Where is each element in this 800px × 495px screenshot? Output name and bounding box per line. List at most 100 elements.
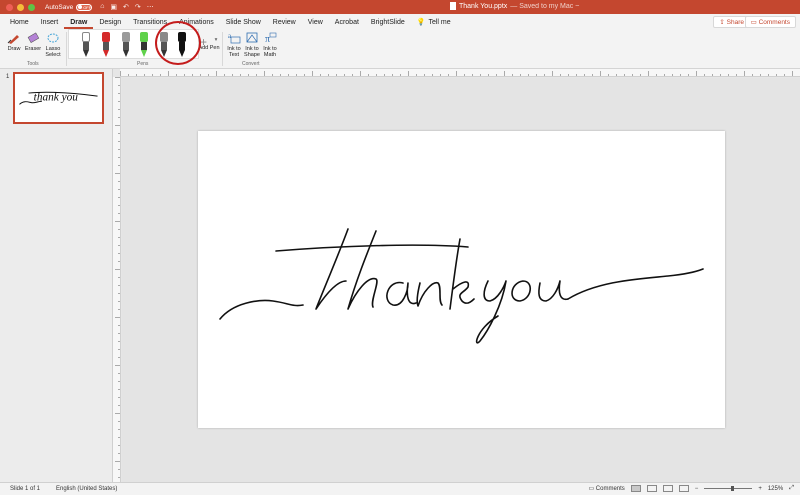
eraser-tool-button[interactable]: Eraser xyxy=(23,32,43,52)
save-icon[interactable]: ▣ xyxy=(110,3,117,11)
ruler-tick xyxy=(712,74,713,76)
tab-draw[interactable]: Draw xyxy=(64,19,94,29)
tab-review[interactable]: Review xyxy=(267,19,302,29)
ruler-tick xyxy=(328,74,329,76)
slide-thumbnail-pane[interactable]: 1 thank you xyxy=(0,69,113,482)
ruler-tick xyxy=(640,74,641,76)
ruler-tick xyxy=(440,74,441,76)
highlighter-green[interactable] xyxy=(139,32,149,58)
tab-brightslide[interactable]: BrightSlide xyxy=(365,19,411,29)
zoom-level[interactable]: 125% xyxy=(768,486,783,492)
chevron-down-icon[interactable]: ▾ xyxy=(213,37,219,43)
tab-acrobat[interactable]: Acrobat xyxy=(329,19,365,29)
ruler-tick xyxy=(118,149,120,150)
ruler-tick xyxy=(118,117,120,118)
slide-thumbnail-1[interactable]: thank you xyxy=(13,72,104,124)
slide-show-view-button[interactable] xyxy=(678,485,689,492)
ink-to-shape-button[interactable]: Ink to Shape xyxy=(243,31,261,58)
fit-to-window-icon[interactable]: ⤢ xyxy=(789,485,794,492)
tab-view[interactable]: View xyxy=(302,19,329,29)
tab-home[interactable]: Home xyxy=(4,19,35,29)
pen-white-body xyxy=(83,42,89,50)
ruler-tick xyxy=(115,413,120,414)
comments-button[interactable]: ▭ Comments xyxy=(744,16,796,28)
home-icon[interactable]: ⌂ xyxy=(100,3,104,11)
ruler-tick xyxy=(416,74,417,76)
ruler-tick xyxy=(224,74,225,76)
ink-stroke-u xyxy=(538,280,569,302)
more-icon[interactable]: ⋯ xyxy=(147,3,154,11)
ruler-tick xyxy=(118,373,120,374)
pen-red[interactable] xyxy=(101,32,111,58)
lasso-select-label: Lasso Select xyxy=(45,46,61,58)
normal-view-button[interactable] xyxy=(630,485,641,492)
ruler-tick xyxy=(632,74,633,76)
horizontal-ruler xyxy=(120,69,800,77)
ruler-tick xyxy=(528,74,529,76)
pen-white[interactable] xyxy=(81,32,91,58)
add-pen-label[interactable]: Add Pen xyxy=(198,45,220,51)
ruler-tick xyxy=(118,245,120,246)
ruler-tick xyxy=(560,74,561,76)
ruler-tick xyxy=(118,325,120,326)
ruler-tick xyxy=(768,74,769,76)
ruler-tick xyxy=(544,74,545,76)
ruler-tick xyxy=(118,309,120,310)
slide-1[interactable] xyxy=(198,131,725,428)
ruler-tick xyxy=(480,74,481,76)
zoom-in-icon[interactable]: + xyxy=(758,486,762,492)
ruler-tick xyxy=(352,74,353,76)
save-status: — Saved to my Mac ~ xyxy=(510,2,580,10)
ruler-tick xyxy=(664,74,665,76)
highlighter-green-body xyxy=(141,42,147,50)
ruler-tick xyxy=(115,221,120,222)
autosave-toggle[interactable]: OFF xyxy=(76,3,93,11)
minimize-window-button[interactable] xyxy=(17,3,24,11)
ink-to-text-button[interactable]: a Ink to Text xyxy=(225,31,243,58)
tell-me-label: Tell me xyxy=(428,18,451,26)
tab-design[interactable]: Design xyxy=(93,19,127,29)
ruler-tick xyxy=(118,293,120,294)
reading-view-button[interactable] xyxy=(662,485,673,492)
ruler-tick xyxy=(118,181,120,182)
zoom-window-button[interactable] xyxy=(28,3,35,11)
autosave-control[interactable]: AutoSave OFF xyxy=(45,3,93,11)
zoom-slider-knob[interactable] xyxy=(731,486,735,491)
ruler-tick xyxy=(118,453,120,454)
tab-insert[interactable]: Insert xyxy=(35,19,65,29)
pen-gray[interactable] xyxy=(121,32,131,58)
lasso-select-button[interactable]: Lasso Select xyxy=(43,32,63,58)
title-bar: AutoSave OFF ⌂ ▣ ↶ ↷ ⋯ Thank You.pptx — … xyxy=(0,0,800,14)
ruler-tick xyxy=(608,74,609,76)
ruler-tick xyxy=(336,74,337,76)
convert-group-label: Convert xyxy=(242,61,260,67)
draw-tool-button[interactable]: Draw xyxy=(5,32,23,52)
pen-red-tip xyxy=(103,50,109,57)
zoom-slider[interactable] xyxy=(704,486,753,491)
ruler-tick xyxy=(568,74,569,76)
close-window-button[interactable] xyxy=(6,3,13,11)
pen-white-tip xyxy=(83,50,89,57)
thumbnail-ink-preview: thank you xyxy=(19,92,98,105)
ruler-tick xyxy=(118,229,120,230)
ruler-tick xyxy=(152,74,153,76)
zoom-out-icon[interactable]: − xyxy=(695,486,699,492)
undo-icon[interactable]: ↶ xyxy=(123,3,129,11)
ink-to-math-button[interactable]: π Ink to Math xyxy=(261,31,279,58)
language-indicator[interactable]: English (United States) xyxy=(56,486,117,492)
pen-gray-tip xyxy=(123,50,129,57)
slide-sorter-view-button[interactable] xyxy=(646,485,657,492)
redo-icon[interactable]: ↷ xyxy=(135,3,141,11)
pen-red-body xyxy=(103,42,109,50)
ruler-tick xyxy=(704,74,705,76)
ribbon-tabs: Home Insert Draw Design Transitions Anim… xyxy=(0,14,800,29)
ruler-tick xyxy=(115,77,120,78)
comments-toggle[interactable]: ▭ Comments xyxy=(588,485,624,492)
ruler-tick xyxy=(118,277,120,278)
ruler-tick xyxy=(672,74,673,76)
tab-slide-show[interactable]: Slide Show xyxy=(220,19,267,29)
thumbnail-number: 1 xyxy=(6,74,10,80)
tell-me-search[interactable]: 💡 Tell me xyxy=(411,18,457,29)
ink-stroke-h xyxy=(347,230,378,310)
handwritten-ink-drawing[interactable] xyxy=(198,131,725,428)
